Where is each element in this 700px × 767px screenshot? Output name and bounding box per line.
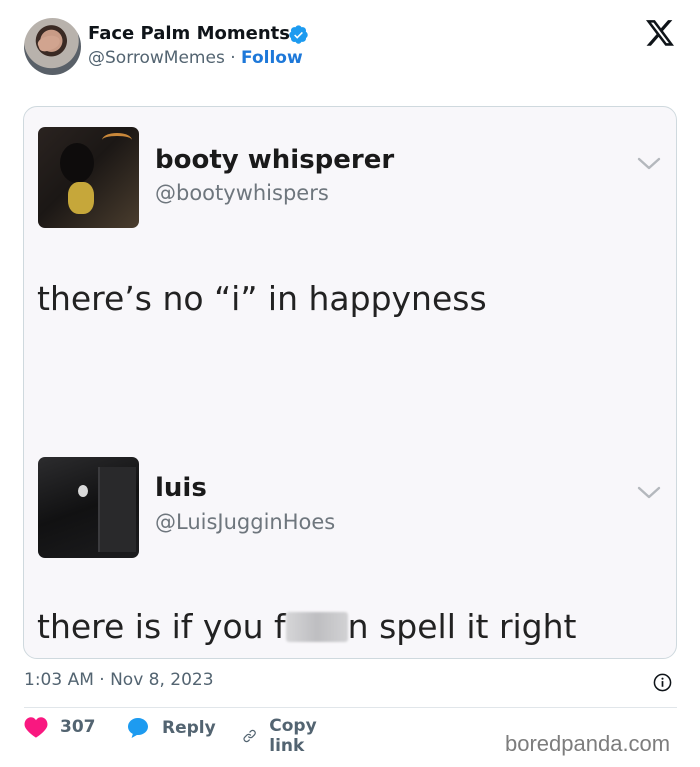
divider (24, 707, 677, 708)
x-logo-icon[interactable] (646, 20, 674, 46)
copy-link-button[interactable]: Copy link (242, 716, 325, 756)
tweet-timestamp[interactable]: 1:03 AM · Nov 8, 2023 (24, 670, 214, 690)
verified-badge-icon (289, 25, 308, 44)
chevron-down-icon (637, 157, 661, 170)
reply-button[interactable]: Reply (126, 716, 216, 740)
separator-dot: · (230, 48, 236, 68)
tweet-1-text: there’s no “i” in happyness (37, 279, 487, 318)
reply-label: Reply (162, 718, 216, 738)
copy-link-label: Copy link (269, 716, 317, 756)
tweet-2-text-start: there is if you f (37, 607, 286, 646)
author-handle-line: @SorrowMemes · Follow (88, 48, 303, 68)
link-icon (243, 729, 256, 743)
heart-icon (24, 717, 48, 738)
like-count: 307 (60, 717, 96, 737)
tweet-2-avatar (38, 457, 139, 558)
tweet-2-handle: @LuisJugginHoes (155, 510, 336, 534)
chevron-down-icon (637, 486, 661, 499)
tweet-1-avatar (38, 127, 139, 228)
tweet-1-name: booty whisperer (155, 145, 395, 175)
author-handle[interactable]: @SorrowMemes (88, 48, 225, 68)
like-button[interactable]: 307 (24, 716, 96, 738)
tweet-2-name: luis (155, 473, 207, 503)
info-icon[interactable] (653, 673, 672, 692)
embedded-screenshot: booty whisperer @bootywhispers there’s n… (23, 106, 677, 659)
reply-bubble-icon (128, 718, 148, 738)
censor-blur (285, 612, 348, 642)
boredpanda-watermark: boredpanda.com (505, 731, 671, 756)
tweet-2-text-end: n spell it right (347, 607, 577, 646)
author-display-name[interactable]: Face Palm Moments (88, 23, 290, 44)
tweet-header: Face Palm Moments @SorrowMemes · Follow (0, 0, 700, 100)
tweet-1-handle: @bootywhispers (155, 181, 329, 205)
tweet-2-text: there is if you f n spell it right (37, 607, 576, 646)
author-avatar[interactable] (24, 18, 81, 75)
follow-button[interactable]: Follow (241, 48, 303, 68)
